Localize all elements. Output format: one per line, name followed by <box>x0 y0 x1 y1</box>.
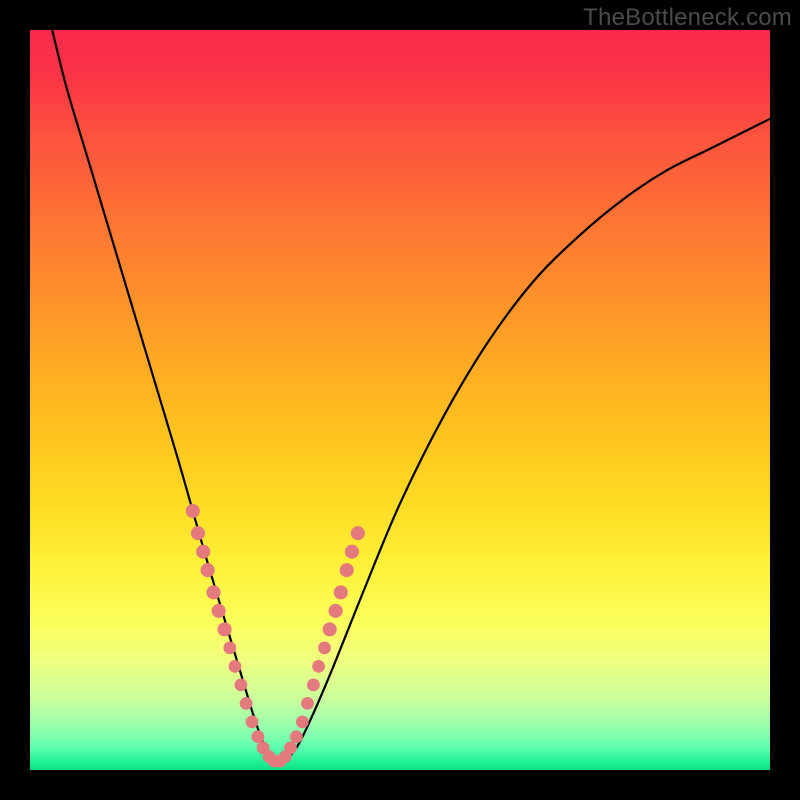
plot-area <box>30 30 770 770</box>
curve-svg <box>30 30 770 770</box>
curve-marker <box>212 604 226 618</box>
curve-marker <box>229 660 242 673</box>
curve-marker <box>340 563 354 577</box>
curve-marker <box>296 716 309 729</box>
curve-marker <box>191 526 205 540</box>
curve-marker <box>351 526 365 540</box>
curve-marker <box>290 730 303 743</box>
watermark-text: TheBottleneck.com <box>583 4 792 32</box>
chart-frame: TheBottleneck.com <box>0 0 800 800</box>
curve-marker <box>307 679 320 692</box>
curve-marker <box>196 545 210 559</box>
curve-marker <box>218 622 232 636</box>
curve-marker <box>334 585 348 599</box>
curve-marker <box>252 730 265 743</box>
curve-marker <box>223 642 236 655</box>
curve-marker <box>318 642 331 655</box>
curve-marker <box>186 504 200 518</box>
curve-marker <box>323 622 337 636</box>
curve-marker <box>345 545 359 559</box>
marker-group <box>186 504 365 768</box>
curve-marker <box>240 697 253 710</box>
curve-marker <box>206 585 220 599</box>
curve-marker <box>201 563 215 577</box>
curve-marker <box>246 716 259 729</box>
bottleneck-curve <box>52 30 770 764</box>
curve-marker <box>301 697 314 710</box>
curve-marker <box>329 604 343 618</box>
curve-marker <box>235 679 248 692</box>
curve-marker <box>312 660 325 673</box>
curve-marker <box>284 741 297 754</box>
